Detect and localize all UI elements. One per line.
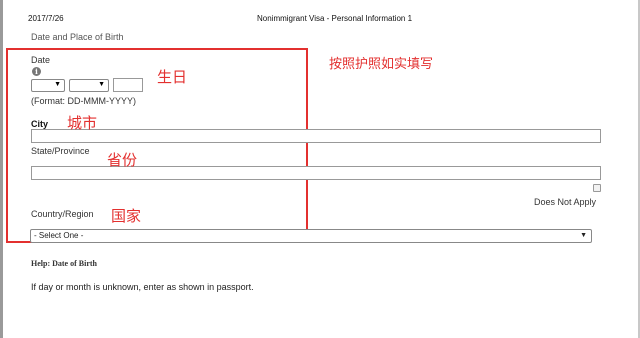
does-not-apply-checkbox[interactable]	[593, 184, 601, 192]
chevron-down-icon: ▼	[98, 81, 105, 88]
date-label: Date	[31, 55, 51, 65]
state-province-label: State/Province	[31, 146, 90, 156]
date-format-hint: (Format: DD-MMM-YYYY)	[31, 96, 136, 106]
section-title: Date and Place of Birth	[31, 32, 124, 42]
page-title: Nonimmigrant Visa - Personal Information…	[257, 14, 413, 23]
help-text: If day or month is unknown, enter as sho…	[31, 282, 254, 292]
does-not-apply-label: Does Not Apply	[534, 197, 597, 207]
country-region-select[interactable]: - Select One - ▼	[30, 229, 592, 243]
city-label: City	[31, 119, 49, 129]
chevron-down-icon: ▼	[580, 232, 587, 239]
country-region-label: Country/Region	[31, 209, 94, 219]
annotation-city: 城市	[67, 114, 98, 132]
annotation-country: 国家	[111, 207, 142, 225]
city-input[interactable]	[31, 129, 601, 143]
month-select[interactable]: ▼	[69, 79, 109, 92]
annotation-birthday: 生日	[157, 68, 188, 86]
chevron-down-icon: ▼	[54, 81, 61, 88]
help-title: Help: Date of Birth	[31, 259, 97, 268]
info-icon[interactable]: i	[32, 67, 41, 76]
country-select-value: - Select One -	[34, 231, 84, 240]
annotation-passport-note: 按照护照如实填写	[329, 57, 434, 72]
window-frame-left	[0, 0, 3, 338]
year-input[interactable]	[113, 78, 143, 92]
day-select[interactable]: ▼	[31, 79, 65, 92]
annotation-province: 省份	[107, 151, 138, 169]
print-date: 2017/7/26	[28, 14, 64, 23]
